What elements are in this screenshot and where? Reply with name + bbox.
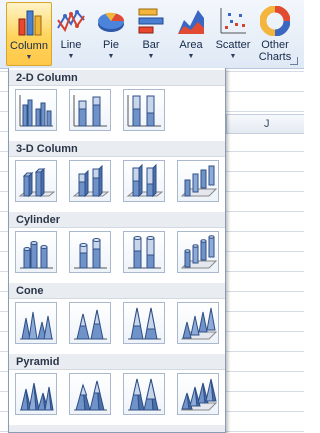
3d-column-icon <box>180 165 217 197</box>
stacked-column-3d-icon <box>72 164 109 198</box>
100-stacked-cylinder-icon <box>128 236 161 269</box>
stacked-column-3d-option[interactable] <box>69 160 111 202</box>
section-title-cylinder: Cylinder <box>9 212 225 228</box>
column-chart-gallery: 2-D Column 3-D Column Cylinder Cone Pyra… <box>8 68 226 433</box>
3d-cylinder-icon <box>180 235 217 269</box>
charts-ribbon-group: Column ▼ Line ▼ Pie ▼ Bar ▼ Area ▼ Scatt… <box>0 0 304 69</box>
section-title-2d-column: 2-D Column <box>9 70 225 86</box>
clustered-cylinder-icon <box>20 241 53 269</box>
clustered-pyramid-icon <box>20 382 54 411</box>
3d-cone-icon <box>180 307 217 340</box>
stacked-pyramid-icon <box>74 380 107 411</box>
line-chart-icon <box>57 10 85 33</box>
100-stacked-column-3d-icon <box>126 163 163 198</box>
area-chart-button[interactable]: Area ▼ <box>168 2 214 66</box>
clustered-cone-option[interactable] <box>15 302 57 344</box>
column-button-label: Column <box>10 40 48 52</box>
chevron-down-icon: ▼ <box>229 53 237 60</box>
clustered-cylinder-option[interactable] <box>15 231 57 273</box>
section-title-cone: Cone <box>9 283 225 299</box>
chevron-down-icon: ▼ <box>187 53 195 60</box>
section-title-3d-column: 3-D Column <box>9 141 225 157</box>
clustered-column-icon <box>19 95 53 127</box>
clustered-column-option[interactable] <box>15 89 57 131</box>
stacked-cylinder-option[interactable] <box>69 231 111 273</box>
3d-pyramid-icon <box>180 378 217 411</box>
column-separator <box>226 115 227 133</box>
column-header-label: J <box>264 118 270 130</box>
section-title-pyramid: Pyramid <box>9 354 225 370</box>
3d-clustered-column-icon <box>18 167 55 198</box>
column-chart-button[interactable]: Column ▼ <box>6 2 52 66</box>
100-stacked-column-icon <box>127 95 161 127</box>
stacked-cylinder-icon <box>74 238 107 269</box>
3d-pyramid-option[interactable] <box>177 373 219 415</box>
other-charts-label-line1: Other <box>261 39 289 51</box>
100-stacked-pyramid-option[interactable] <box>123 373 165 415</box>
column-header-j[interactable]: J <box>224 114 304 134</box>
3d-column-option[interactable] <box>177 160 219 202</box>
doughnut-chart-icon <box>260 6 290 36</box>
column-chart-icon <box>18 10 42 36</box>
dialog-launcher-icon[interactable] <box>290 57 298 65</box>
3d-clustered-column-option[interactable] <box>15 160 57 202</box>
stacked-column-icon <box>73 95 107 127</box>
area-button-label: Area <box>179 39 203 51</box>
stacked-column-option[interactable] <box>69 89 111 131</box>
clustered-pyramid-option[interactable] <box>15 373 57 415</box>
scatter-chart-button[interactable]: Scatter ▼ <box>210 2 256 66</box>
3d-cone-option[interactable] <box>177 302 219 344</box>
scatter-button-label: Scatter <box>215 39 251 51</box>
100-stacked-pyramid-icon <box>128 378 161 411</box>
chevron-down-icon: ▼ <box>25 54 33 61</box>
scatter-chart-icon <box>220 8 246 34</box>
stacked-pyramid-option[interactable] <box>69 373 111 415</box>
bar-chart-icon <box>138 8 164 34</box>
area-chart-icon <box>178 10 204 34</box>
stacked-cone-icon <box>74 309 107 340</box>
100-stacked-column-3d-option[interactable] <box>123 160 165 202</box>
clustered-cone-icon <box>20 311 53 340</box>
100-stacked-cone-option[interactable] <box>123 302 165 344</box>
pie-chart-icon <box>98 12 125 32</box>
100-stacked-cone-icon <box>128 307 161 340</box>
stacked-cone-option[interactable] <box>69 302 111 344</box>
100-stacked-column-option[interactable] <box>123 89 165 131</box>
100-stacked-cylinder-option[interactable] <box>123 231 165 273</box>
3d-cylinder-option[interactable] <box>177 231 219 273</box>
